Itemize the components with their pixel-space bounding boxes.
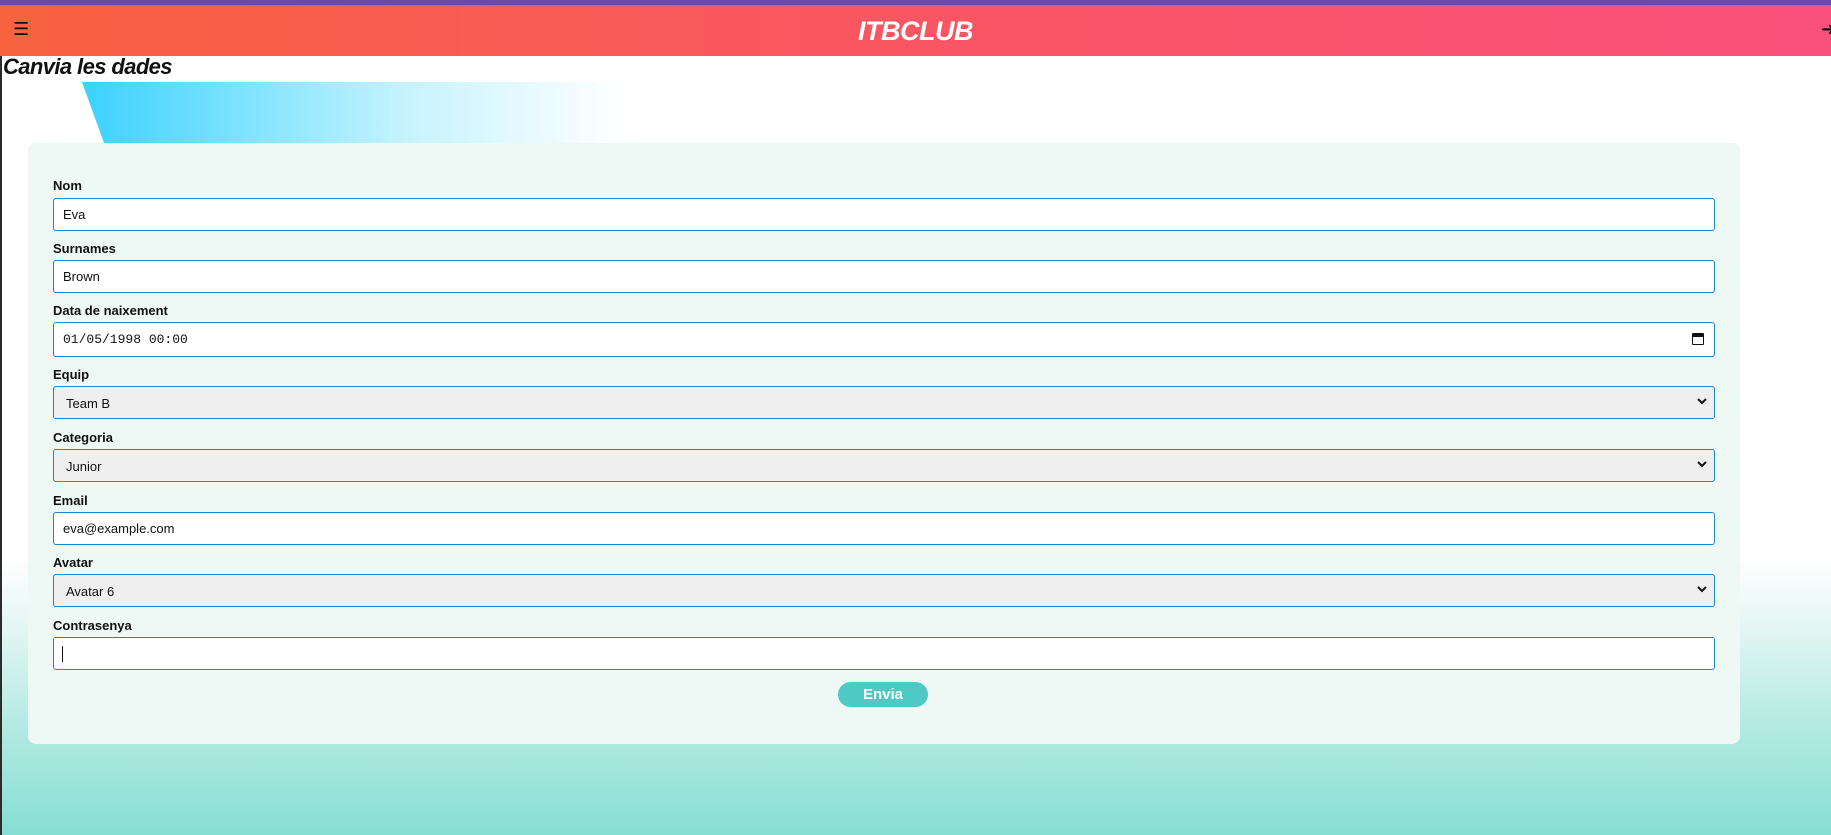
birthdate-value: 01/05/1998 00:00 [63,332,188,347]
birthdate-input[interactable]: 01/05/1998 00:00 [53,322,1715,357]
logout-arrow-icon[interactable]: ➜ [1821,19,1831,41]
categoria-selected-value: Junior [66,459,102,474]
chevron-down-icon [1697,398,1707,405]
email-label: Email [53,493,88,508]
brand-logo-text: ITBCLUB [858,16,973,46]
password-input[interactable] [53,637,1715,670]
submit-button[interactable]: Envia [838,682,928,707]
page-title: Canvia les dades [3,54,173,79]
email-input[interactable] [53,512,1715,545]
equip-selected-value: Team B [66,396,111,411]
avatar-select[interactable]: Avatar 6 [53,574,1715,607]
surnames-label: Surnames [53,241,116,256]
text-cursor [62,646,63,662]
birthdate-label: Data de naixement [53,303,168,318]
chevron-down-icon [1697,586,1707,593]
edit-profile-form: Nom Surnames Data de naixement 01/05/199… [28,143,1740,744]
avatar-label: Avatar [53,555,93,570]
window-left-edge [0,0,2,835]
nom-label: Nom [53,178,82,193]
chevron-down-icon [1697,461,1707,468]
equip-label: Equip [53,367,90,382]
categoria-select[interactable]: Junior [53,449,1715,482]
surnames-input[interactable] [53,260,1715,293]
calendar-icon[interactable] [1692,333,1704,345]
password-label: Contrasenya [53,618,132,633]
equip-select[interactable]: Team B [53,386,1715,419]
categoria-label: Categoria [53,430,113,445]
app-header: ☰ ITBCLUB ➜ [0,5,1831,56]
avatar-selected-value: Avatar 6 [66,584,115,599]
decorative-banner [82,82,622,143]
nom-input[interactable] [53,198,1715,231]
